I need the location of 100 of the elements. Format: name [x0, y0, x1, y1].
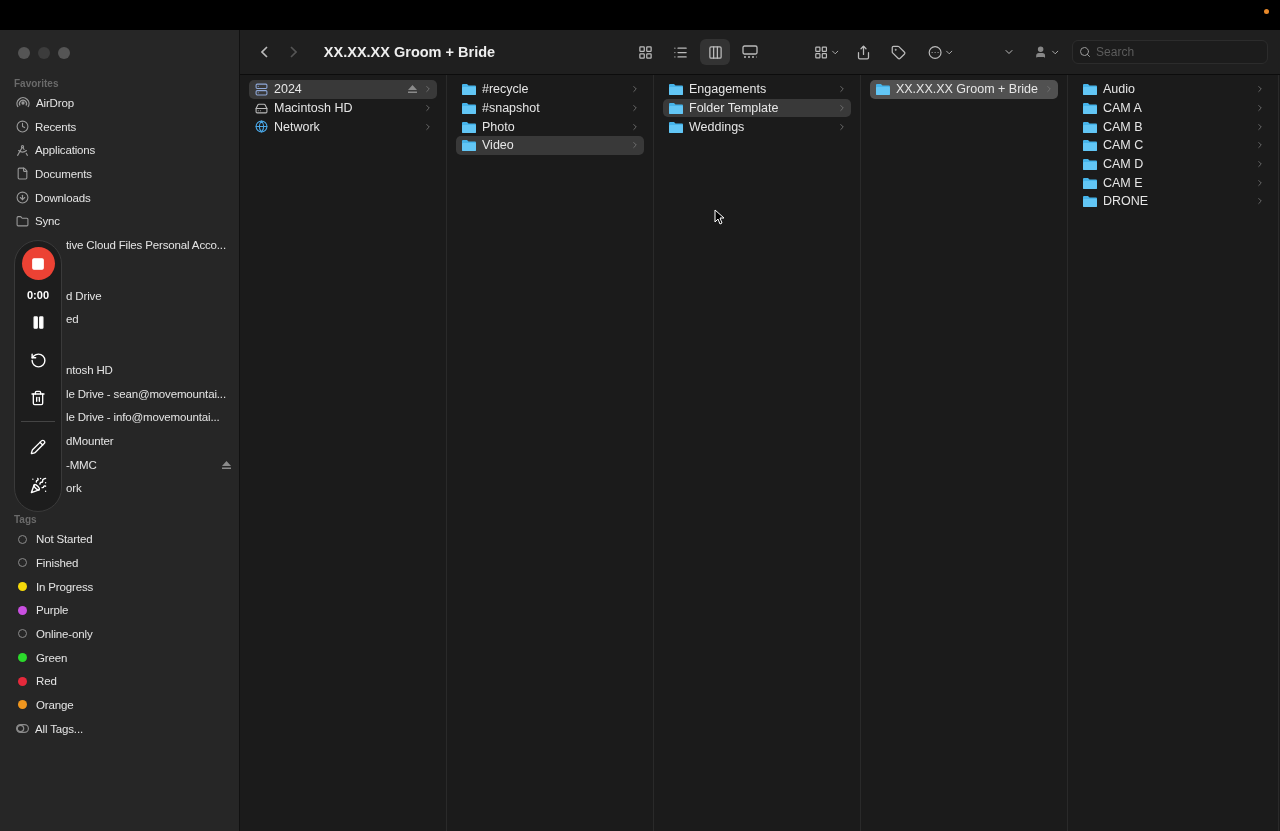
folder-icon	[16, 214, 29, 228]
sidebar-item[interactable]: Downloads	[8, 185, 231, 210]
chevron-icon	[423, 103, 433, 114]
chevron-icon	[630, 103, 640, 114]
sidebar-item[interactable]: dMounter	[66, 429, 231, 453]
section-header: Tags	[13, 513, 38, 528]
folder-icon	[1083, 83, 1097, 96]
folder-icon	[1083, 139, 1097, 152]
file-row[interactable]: Engagements	[663, 80, 851, 99]
tag-item[interactable]: Online-only	[8, 622, 231, 646]
eject-icon[interactable]	[408, 85, 417, 94]
chevron-icon	[1044, 84, 1054, 95]
file-row[interactable]: CAM E	[1077, 173, 1269, 193]
file-row[interactable]: Audio	[1077, 80, 1269, 99]
pencil-icon	[30, 439, 46, 455]
file-row[interactable]: Photo	[456, 117, 644, 137]
file-row[interactable]: Folder Template	[663, 98, 851, 118]
folder-icon	[1083, 102, 1097, 115]
file-row[interactable]: 2024	[249, 80, 437, 99]
tag-item[interactable]: Orange	[8, 693, 231, 717]
column-view-icon	[707, 44, 723, 60]
share-icon	[856, 44, 872, 60]
chevron-icon	[423, 121, 433, 132]
sidebar-item[interactable]: Sync	[8, 209, 231, 234]
stop-button[interactable]	[21, 247, 55, 280]
tag-item[interactable]: Green	[8, 645, 231, 670]
person-icon	[1034, 45, 1048, 59]
chevron-icon	[1255, 159, 1265, 170]
sidebar-item[interactable]: le Drive - info@movemountai...	[66, 405, 231, 430]
stop-icon	[31, 256, 45, 271]
section-header: Favorites	[13, 77, 60, 91]
globe-icon	[255, 120, 268, 134]
file-row[interactable]: Weddings	[663, 117, 851, 137]
folder-icon	[669, 120, 683, 133]
tag-item[interactable]: Red	[8, 669, 231, 694]
folder-icon	[462, 83, 476, 96]
grid-icon	[814, 44, 829, 60]
file-row[interactable]: CAM A	[1077, 98, 1269, 118]
pause-icon	[30, 314, 46, 330]
timer: 0:00	[27, 289, 49, 303]
file-row[interactable]: DRONE	[1077, 192, 1269, 211]
file-row[interactable]: #snapshot	[456, 98, 644, 118]
chevron-icon	[837, 103, 847, 114]
chevron-icon	[1255, 196, 1265, 207]
folder-icon	[462, 139, 476, 152]
sidebar-item[interactable]: d Drive	[66, 283, 231, 308]
eject-icon[interactable]	[222, 460, 231, 469]
sidebar-item[interactable]: Applications	[8, 138, 231, 163]
folder-icon	[669, 83, 683, 96]
trash-icon	[30, 390, 46, 406]
sidebar-item[interactable]: Documents	[8, 162, 231, 186]
tag-item[interactable]: All Tags...	[8, 716, 231, 741]
sidebar-item[interactable]: le Drive - sean@movemountai...	[66, 381, 231, 406]
chevron-icon	[630, 84, 640, 95]
file-row[interactable]: Macintosh HD	[249, 98, 437, 118]
list-view-icon	[672, 44, 688, 60]
chevron-icon	[423, 84, 433, 95]
chevron-icon	[1255, 84, 1265, 95]
cursor-icon	[714, 209, 725, 225]
folder-icon	[1083, 195, 1097, 208]
folder-icon	[1083, 176, 1097, 189]
file-row[interactable]: CAM C	[1077, 136, 1269, 155]
grid-view-icon	[637, 44, 653, 60]
file-row[interactable]: CAM D	[1077, 154, 1269, 174]
chevron-icon	[837, 84, 847, 95]
sidebar-item[interactable]: -MMC	[66, 452, 231, 477]
tag-item[interactable]: Not Started	[8, 527, 231, 551]
window-title: XX.XX.XX Groom + Bride	[323, 44, 497, 60]
file-row[interactable]: CAM B	[1077, 117, 1269, 137]
sidebar-item[interactable]: AirDrop	[8, 91, 231, 115]
file-row[interactable]: XX.XX.XX Groom + Bride	[870, 80, 1058, 99]
file-row[interactable]: Network	[249, 117, 437, 137]
file-row[interactable]: Video	[456, 136, 644, 155]
compass-icon	[16, 143, 29, 157]
sidebar-item[interactable]: ork	[66, 476, 231, 501]
chevron-icon	[1255, 103, 1265, 114]
sidebar-item[interactable]: ntosh HD	[66, 358, 231, 382]
search-icon	[1079, 46, 1092, 58]
folder-icon	[876, 83, 890, 96]
folder-icon	[462, 120, 476, 133]
search-field[interactable]: Search	[1072, 40, 1268, 64]
tag-item[interactable]: Purple	[8, 598, 231, 623]
tag-item[interactable]: Finished	[8, 551, 231, 575]
ellipsis-icon	[927, 44, 942, 60]
chevron-icon	[630, 121, 640, 132]
file-row[interactable]: #recycle	[456, 80, 644, 99]
chevron-icon	[1255, 177, 1265, 188]
gallery-view-icon	[742, 45, 759, 59]
tag-item[interactable]: In Progress	[8, 574, 231, 599]
chevron-icon	[837, 121, 847, 132]
folder-icon	[669, 102, 683, 115]
server-icon	[255, 82, 268, 96]
sidebar-item[interactable]: Recents	[8, 114, 231, 139]
sidebar-item[interactable]: tive Cloud Files Personal Acco...	[66, 233, 231, 257]
status-dot	[1264, 9, 1269, 14]
folder-icon	[1083, 158, 1097, 171]
download-icon	[16, 191, 29, 205]
sidebar-item[interactable]: ed	[66, 307, 231, 332]
folder-icon	[1083, 120, 1097, 133]
column-view-button[interactable]	[700, 39, 731, 65]
